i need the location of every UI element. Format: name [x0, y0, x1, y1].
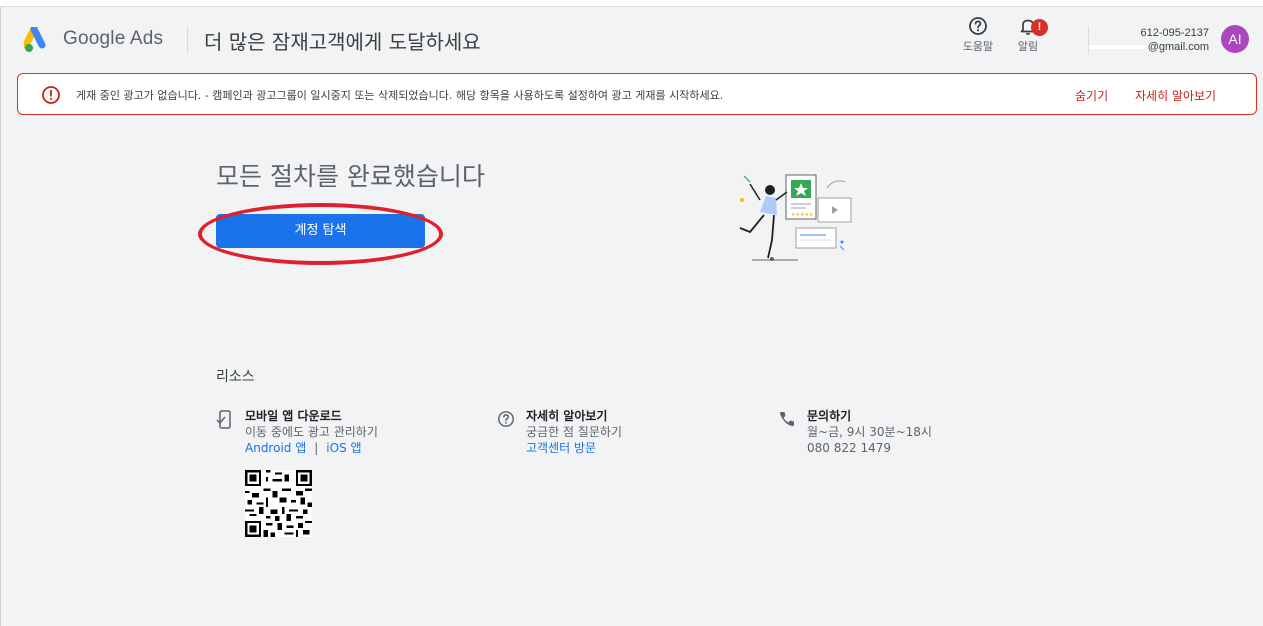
- qr-code-image: [245, 470, 312, 537]
- notifications-button[interactable]: ! 알림: [1006, 16, 1050, 54]
- help-button[interactable]: 도움말: [956, 16, 1000, 54]
- top-header: Google Ads 더 많은 잠재고객에게 도달하세요 도움말 ! 알림 61…: [0, 8, 1263, 68]
- mobile-app-subtitle: 이동 중에도 광고 관리하기: [245, 425, 378, 439]
- mobile-app-title: 모바일 앱 다운로드: [245, 409, 342, 423]
- account-info[interactable]: 612-095-2137 @gmail.com: [1088, 26, 1209, 54]
- ios-app-link[interactable]: iOS 앱: [326, 441, 361, 455]
- help-center-link[interactable]: 고객센터 방문: [526, 440, 622, 456]
- brand-name: Google Ads: [63, 28, 164, 49]
- alert-hide-link[interactable]: 숨기기: [1075, 87, 1108, 104]
- completion-title: 모든 절차를 완료했습니다: [216, 162, 485, 191]
- help-icon: [498, 411, 514, 427]
- link-separator: |: [314, 441, 319, 455]
- contact-phone: 080 822 1479: [807, 441, 891, 455]
- phone-icon: [780, 412, 794, 426]
- alert-banner: 게재 중인 광고가 없습니다. - 캠페인과 광고그룹이 일시중지 또는 삭제되…: [17, 73, 1257, 115]
- error-icon: [42, 86, 60, 104]
- resources-heading: 리소스: [216, 369, 255, 385]
- page-title: 더 많은 잠재고객에게 도달하세요: [204, 30, 481, 54]
- contact-hours: 월~금, 9시 30분~18시: [807, 425, 932, 439]
- alert-learn-more-link[interactable]: 자세히 알아보기: [1135, 87, 1216, 104]
- celebration-illustration: ★★★★★: [739, 174, 852, 261]
- learn-more-title: 자세히 알아보기: [526, 409, 608, 423]
- header-divider: [187, 26, 188, 54]
- android-app-link[interactable]: Android 앱: [245, 441, 306, 455]
- phone-download-icon: [216, 410, 231, 429]
- learn-more-subtitle: 궁금한 점 질문하기: [526, 425, 622, 439]
- google-ads-logo-icon: [24, 27, 46, 52]
- account-email: @gmail.com: [1147, 41, 1209, 53]
- avatar[interactable]: AI: [1221, 25, 1249, 53]
- browser-top-strip: [0, 0, 1263, 7]
- help-icon: [969, 17, 987, 35]
- notifications-label: 알림: [1017, 40, 1039, 53]
- help-label: 도움말: [962, 40, 994, 53]
- explore-account-button[interactable]: 계정 탐색: [216, 214, 425, 248]
- svg-text:★★★★★: ★★★★★: [791, 212, 814, 218]
- account-id: 612-095-2137: [1140, 27, 1209, 39]
- alert-message: 게재 중인 광고가 없습니다. - 캠페인과 광고그룹이 일시중지 또는 삭제되…: [76, 89, 724, 102]
- redacted-email-mask: [1088, 45, 1147, 50]
- contact-title: 문의하기: [807, 409, 852, 423]
- notification-badge: !: [1031, 19, 1048, 36]
